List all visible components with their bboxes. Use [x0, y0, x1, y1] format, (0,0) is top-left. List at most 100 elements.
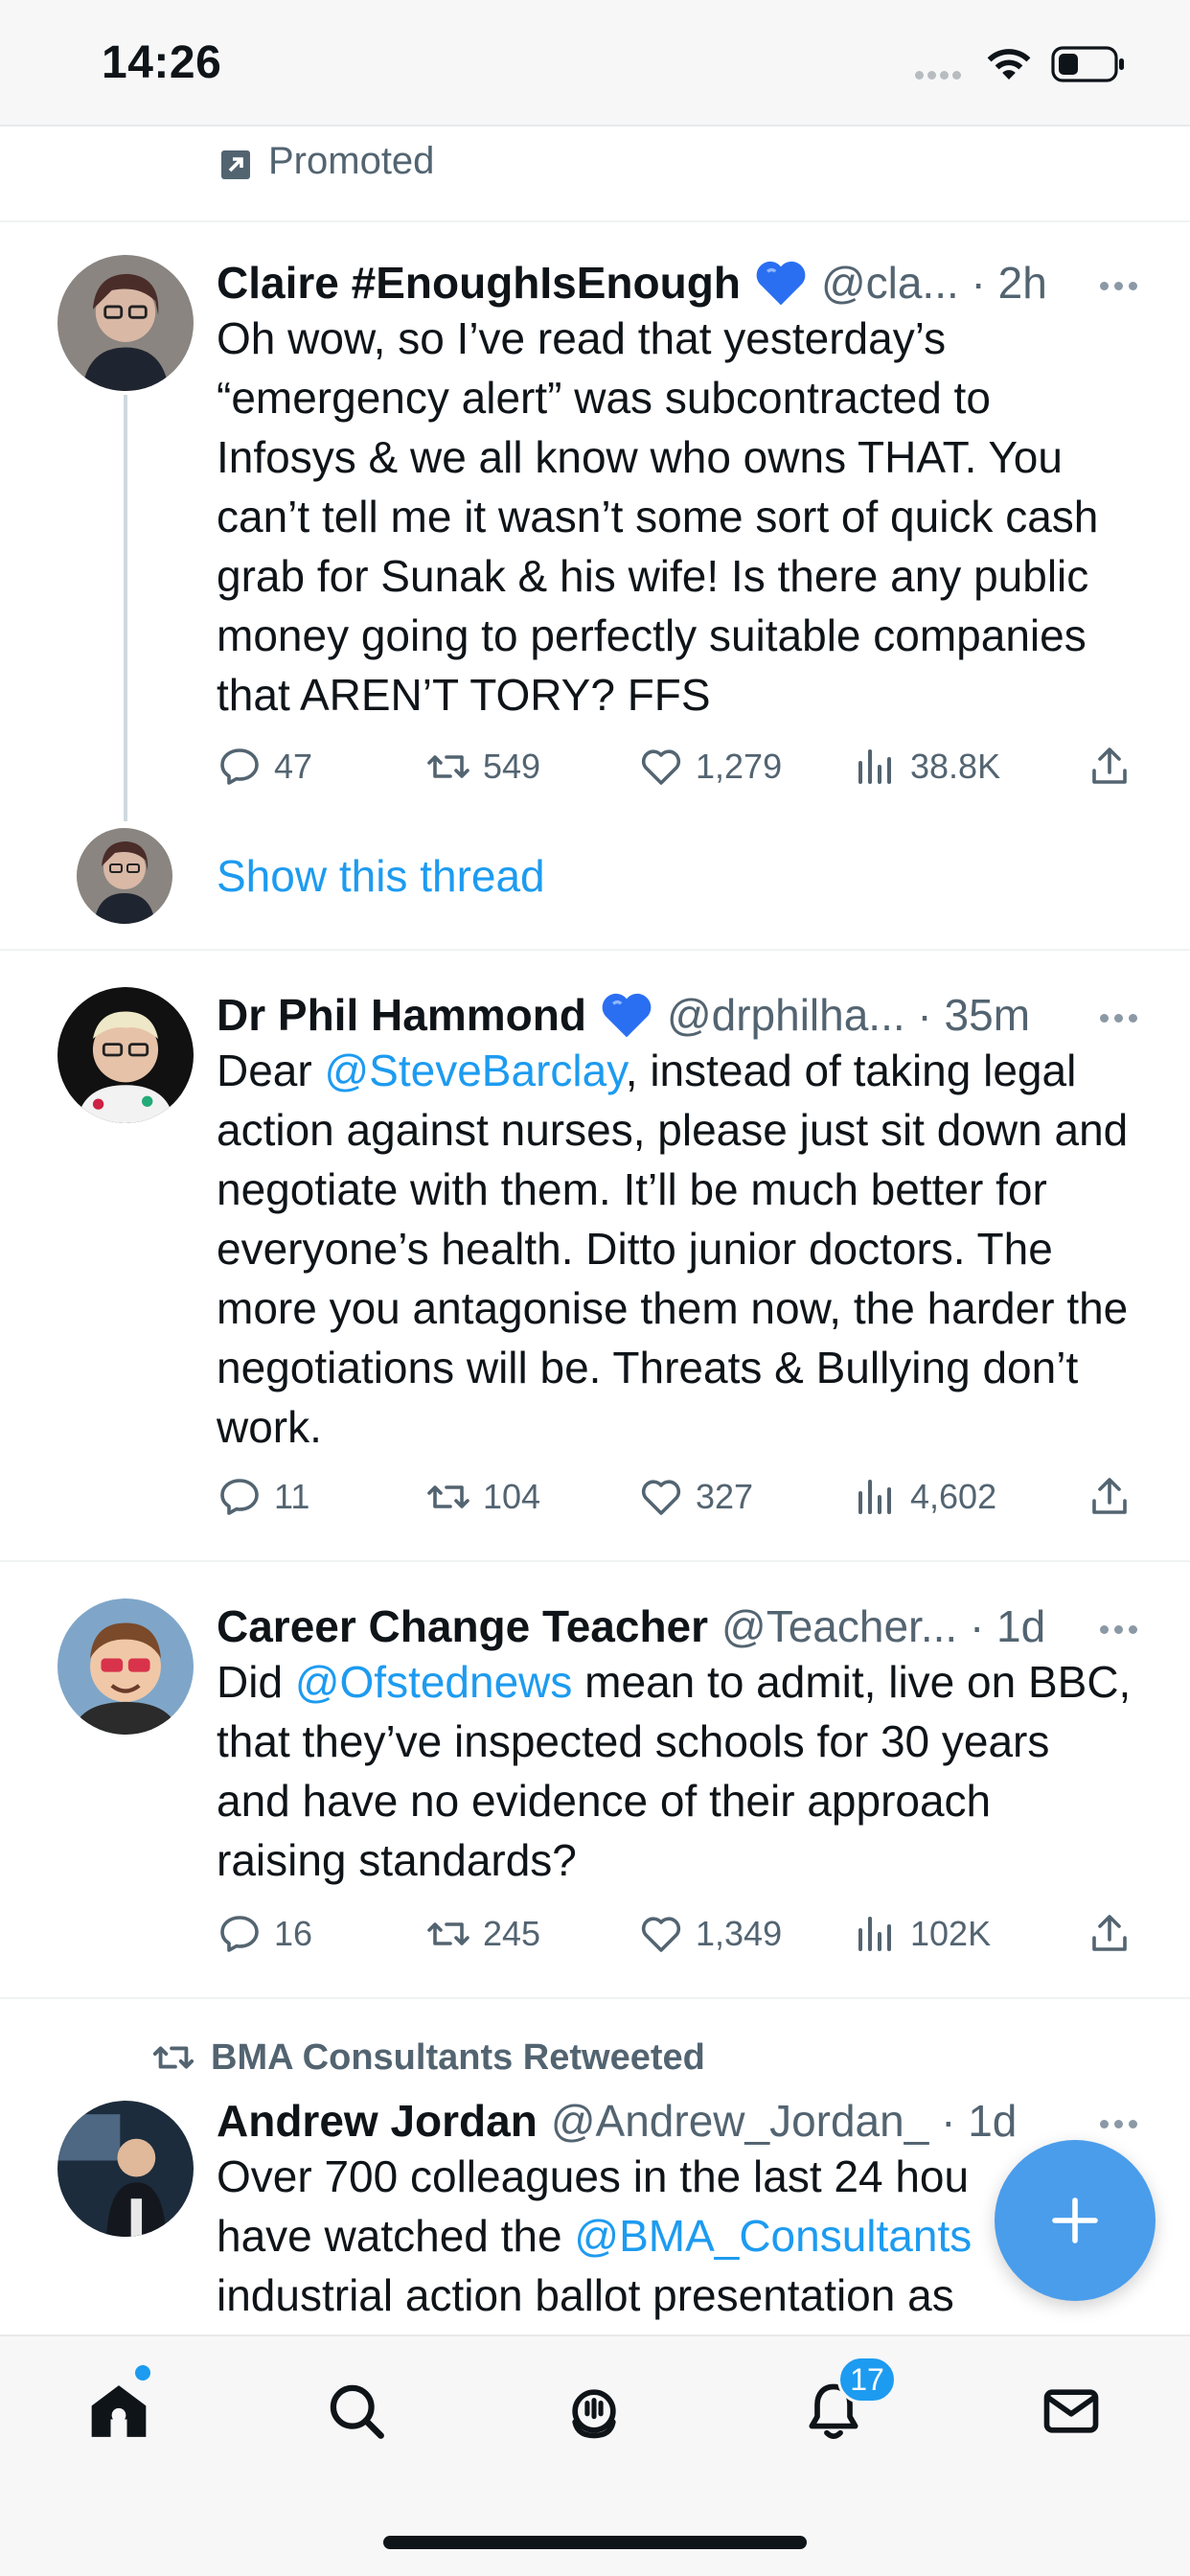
like-button[interactable]: 1,349: [638, 1905, 782, 1963]
mention-link[interactable]: @SteveBarclay: [324, 1046, 625, 1095]
share-button[interactable]: [1087, 1468, 1133, 1526]
author-handle[interactable]: @Andrew_Jordan_ · 1d: [551, 2095, 1018, 2147]
views-button[interactable]: 38.8K: [853, 738, 1000, 795]
wifi-icon: [987, 49, 1031, 80]
tweet[interactable]: Career Change Teacher @Teacher... · 1d D…: [0, 1562, 1190, 1999]
views-count: 38.8K: [910, 747, 1001, 786]
tweet[interactable]: BMA Consultants Retweeted Andrew Jordan …: [0, 1999, 1190, 2334]
reply-button[interactable]: 11: [217, 1468, 309, 1526]
like-button[interactable]: 327: [638, 1468, 753, 1526]
notifications-badge: 17: [837, 2356, 897, 2404]
search-icon: [330, 2384, 384, 2439]
author-name[interactable]: Dr Phil Hammond: [217, 989, 586, 1041]
author-name[interactable]: Career Change Teacher: [217, 1600, 708, 1652]
mention-link[interactable]: @BMA_Consultants: [574, 2211, 972, 2261]
author-handle[interactable]: @Teacher... · 1d: [721, 1600, 1045, 1652]
tab-messages[interactable]: [1033, 2373, 1110, 2450]
reply-icon: [220, 1479, 259, 1515]
tweet-actions: 11 104 327 4,602: [217, 1468, 1133, 1526]
author-handle[interactable]: @drphilha... · 35m: [667, 989, 1030, 1041]
avatar[interactable]: [57, 255, 194, 391]
retweet-icon: [427, 1485, 469, 1508]
thread-avatar[interactable]: [77, 828, 172, 924]
blue-heart-icon: [602, 993, 652, 1038]
reply-count: 47: [274, 747, 313, 786]
home-icon: [91, 2385, 147, 2437]
views-icon: [858, 1917, 891, 1951]
author-name[interactable]: Claire #EnoughIsEnough: [217, 257, 741, 309]
share-icon: [1092, 1478, 1127, 1514]
views-button[interactable]: 102K: [853, 1905, 991, 1963]
reply-button[interactable]: 47: [217, 738, 312, 795]
more-icon[interactable]: [1100, 1010, 1148, 1029]
views-count: 4,602: [910, 1477, 997, 1516]
retweet-context[interactable]: BMA Consultants Retweeted: [151, 2034, 705, 2082]
like-icon: [641, 1480, 681, 1515]
author-handle[interactable]: @cla... · 2h: [821, 257, 1047, 309]
like-count: 1,349: [696, 1914, 783, 1953]
mention-link[interactable]: @Ofstednews: [295, 1657, 573, 1707]
avatar[interactable]: [57, 2101, 194, 2237]
tab-search[interactable]: [318, 2373, 395, 2450]
avatar[interactable]: [57, 987, 194, 1123]
tweet[interactable]: Claire #EnoughIsEnough @cla... · 2h Oh w…: [0, 222, 1190, 951]
like-icon: [641, 749, 681, 785]
blue-heart-icon: [756, 261, 806, 306]
reply-button[interactable]: 16: [217, 1905, 312, 1963]
like-button[interactable]: 1,279: [638, 738, 782, 795]
reply-icon: [220, 748, 259, 785]
share-button[interactable]: [1087, 738, 1133, 795]
tweet-header: Dr Phil Hammond @drphilha... · 35m: [217, 985, 1085, 1045]
like-icon: [641, 1917, 681, 1952]
tweet-actions: 47 549 1,279 38.8K: [217, 738, 1133, 795]
share-button[interactable]: [1087, 1905, 1133, 1963]
tweet-header: Career Change Teacher @Teacher... · 1d: [217, 1597, 1085, 1656]
tweet-text: Did @Ofstednews mean to admit, live on B…: [217, 1652, 1133, 1890]
text-part: Dear: [217, 1046, 325, 1095]
retweet-icon: [152, 2046, 195, 2069]
share-icon: [1092, 1915, 1127, 1951]
retweet-icon: [427, 1922, 469, 1945]
home-unread-dot: [135, 2365, 150, 2380]
views-count: 102K: [910, 1914, 992, 1953]
views-icon: [858, 1480, 891, 1514]
promoted-strip[interactable]: Promoted: [0, 126, 1190, 222]
retweet-context-label: BMA Consultants Retweeted: [211, 2036, 705, 2078]
reply-icon: [220, 1916, 259, 1952]
more-icon[interactable]: [1100, 2116, 1148, 2135]
views-icon: [858, 749, 891, 784]
tab-home[interactable]: [80, 2373, 157, 2450]
battery-icon: [1051, 46, 1124, 82]
tweet-text: Oh wow, so I’ve read that yesterday’s “e…: [217, 313, 1099, 720]
like-count: 1,279: [696, 747, 783, 786]
compose-button[interactable]: [995, 2140, 1156, 2301]
show-thread-link[interactable]: Show this thread: [217, 850, 545, 902]
avatar[interactable]: [57, 1598, 194, 1735]
views-button[interactable]: 4,602: [853, 1468, 996, 1526]
tweet[interactable]: Dr Phil Hammond @drphilha... · 35m Dear …: [0, 951, 1190, 1562]
more-icon[interactable]: [1100, 278, 1148, 297]
author-name[interactable]: Andrew Jordan: [217, 2095, 538, 2147]
home-indicator: [383, 2536, 807, 2549]
reply-count: 11: [274, 1477, 310, 1516]
text-part: Did: [217, 1657, 295, 1707]
retweet-button[interactable]: 549: [425, 738, 540, 795]
tweet-actions: 16 245 1,349 102K: [217, 1905, 1133, 1963]
retweet-button[interactable]: 245: [425, 1905, 540, 1963]
more-icon[interactable]: [1100, 1622, 1148, 1641]
retweet-icon: [427, 755, 469, 778]
retweet-count: 104: [483, 1477, 541, 1516]
messages-icon: [1043, 2389, 1099, 2433]
status-bar: 14:26: [0, 0, 1190, 126]
tab-spaces[interactable]: [556, 2373, 632, 2450]
retweet-count: 245: [483, 1914, 541, 1953]
promoted-label: Promoted: [268, 140, 435, 182]
share-icon: [1092, 748, 1127, 784]
retweet-button[interactable]: 104: [425, 1468, 540, 1526]
tweet-header: Claire #EnoughIsEnough @cla... · 2h: [217, 253, 1085, 312]
thread-line: [124, 395, 127, 821]
signal-icon: [915, 67, 965, 84]
tweet-header: Andrew Jordan @Andrew_Jordan_ · 1d: [217, 2091, 1085, 2150]
reply-count: 16: [274, 1914, 313, 1953]
status-time: 14:26: [102, 37, 222, 88]
